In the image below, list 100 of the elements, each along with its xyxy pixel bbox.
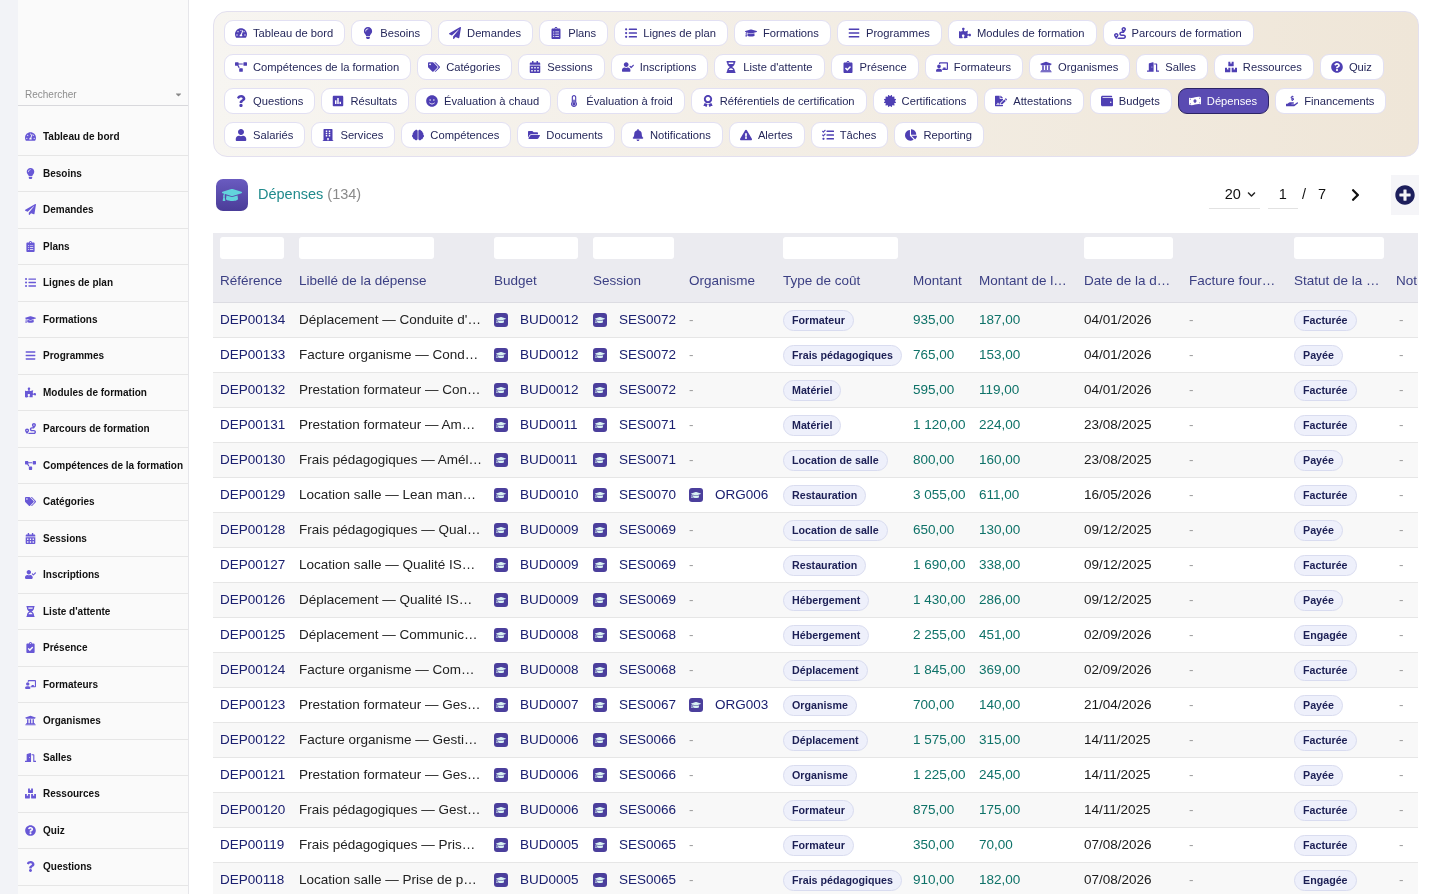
organisme-link[interactable]: ORG006 xyxy=(715,484,769,506)
nav-tab[interactable]: Sessions xyxy=(518,54,605,80)
session-link[interactable]: SES0071 xyxy=(619,414,677,436)
nav-tab[interactable]: Reporting xyxy=(894,122,984,148)
session-link[interactable]: SES0072 xyxy=(619,379,677,401)
budget-link[interactable]: BUD0012 xyxy=(520,379,579,401)
reference-link[interactable]: DEP00123 xyxy=(220,696,286,712)
nav-tab[interactable]: Modules de formation xyxy=(947,20,1097,46)
nav-tab[interactable]: Tableau de bord xyxy=(224,20,346,46)
sidebar-item[interactable]: Demandes xyxy=(18,192,188,229)
nav-tab[interactable]: Quiz xyxy=(1319,54,1384,80)
sidebar-item[interactable]: Formateurs xyxy=(18,666,188,703)
nav-tab[interactable]: Inscriptions xyxy=(610,54,709,80)
budget-link[interactable]: BUD0005 xyxy=(520,834,579,856)
reference-link[interactable]: DEP00118 xyxy=(220,871,285,887)
session-link[interactable]: SES0071 xyxy=(619,449,677,471)
nav-tab[interactable]: Compétences de la formation xyxy=(224,54,412,80)
nav-tab[interactable]: Alertes xyxy=(728,122,805,148)
session-link[interactable]: SES0072 xyxy=(619,309,677,331)
budget-link[interactable]: BUD0011 xyxy=(520,414,578,436)
session-link[interactable]: SES0069 xyxy=(619,554,677,576)
reference-link[interactable]: DEP00128 xyxy=(220,521,286,537)
nav-tab[interactable]: Évaluation à froid xyxy=(557,88,685,114)
budget-link[interactable]: BUD0009 xyxy=(520,554,579,576)
budget-link[interactable]: BUD0012 xyxy=(520,309,579,331)
budget-link[interactable]: BUD0008 xyxy=(520,659,579,681)
sidebar-item[interactable]: Tableau de bord xyxy=(18,119,188,156)
nav-tab[interactable]: Demandes xyxy=(438,20,534,46)
nav-tab[interactable]: Attestations xyxy=(984,88,1084,114)
sidebar-item[interactable]: Inscriptions xyxy=(18,557,188,594)
budget-link[interactable]: BUD0011 xyxy=(520,449,578,471)
budget-link[interactable]: BUD0006 xyxy=(520,799,579,821)
nav-tab[interactable]: Salariés xyxy=(224,122,306,148)
nav-tab[interactable]: Résultats xyxy=(321,88,409,114)
nav-tab[interactable]: Compétences xyxy=(401,122,512,148)
nav-tab[interactable]: Documents xyxy=(517,122,615,148)
sidebar-item[interactable]: Compétences de la formation xyxy=(18,447,188,484)
nav-tab[interactable]: Salles xyxy=(1136,54,1208,80)
nav-tab[interactable]: Financements xyxy=(1275,88,1387,114)
budget-link[interactable]: BUD0009 xyxy=(520,589,579,611)
budget-link[interactable]: BUD0007 xyxy=(520,694,579,716)
session-link[interactable]: SES0068 xyxy=(619,659,677,681)
nav-tab[interactable]: Évaluation à chaud xyxy=(415,88,552,114)
nav-tab[interactable]: Notifications xyxy=(620,122,723,148)
session-link[interactable]: SES0072 xyxy=(619,344,677,366)
reference-link[interactable]: DEP00122 xyxy=(220,731,286,747)
nav-tab[interactable]: Liste d'attente xyxy=(714,54,825,80)
page-size-select[interactable]: 20 xyxy=(1208,181,1260,209)
reference-link[interactable]: DEP00124 xyxy=(220,661,286,677)
session-link[interactable]: SES0068 xyxy=(619,624,677,646)
budget-link[interactable]: BUD0006 xyxy=(520,729,579,751)
reference-link[interactable]: DEP00129 xyxy=(220,486,286,502)
budget-link[interactable]: BUD0008 xyxy=(520,624,579,646)
page-input[interactable]: 1 xyxy=(1267,181,1298,209)
sidebar-item[interactable]: Parcours de formation xyxy=(18,411,188,448)
sidebar-item[interactable]: Modules de formation xyxy=(18,374,188,411)
nav-tab[interactable]: Budgets xyxy=(1089,88,1172,114)
nav-tab[interactable]: Besoins xyxy=(351,20,433,46)
session-link[interactable]: SES0067 xyxy=(619,694,677,716)
session-link[interactable]: SES0066 xyxy=(619,729,677,751)
nav-tab[interactable]: Référentiels de certification xyxy=(690,88,867,114)
session-link[interactable]: SES0069 xyxy=(619,589,677,611)
nav-tab[interactable]: Tâches xyxy=(810,122,889,148)
nav-tab[interactable]: Lignes de plan xyxy=(614,20,728,46)
sidebar-item[interactable]: Présence xyxy=(18,630,188,667)
reference-link[interactable]: DEP00127 xyxy=(220,556,286,572)
nav-tab[interactable]: Organismes xyxy=(1029,54,1131,80)
sidebar-item[interactable]: Lignes de plan xyxy=(18,265,188,302)
nav-tab[interactable]: Formations xyxy=(733,20,831,46)
nav-tab[interactable]: Services xyxy=(311,122,396,148)
reference-link[interactable]: DEP00125 xyxy=(220,626,286,642)
sidebar-item[interactable]: Sessions xyxy=(18,520,188,557)
organisme-link[interactable]: ORG003 xyxy=(715,694,769,716)
budget-link[interactable]: BUD0010 xyxy=(520,484,579,506)
budget-link[interactable]: BUD0009 xyxy=(520,519,579,541)
nav-tab[interactable]: Catégories xyxy=(417,54,513,80)
nav-tab[interactable]: Formateurs xyxy=(924,54,1024,80)
sidebar-item[interactable]: Formations xyxy=(18,301,188,338)
sidebar-item[interactable]: Programmes xyxy=(18,338,188,375)
session-link[interactable]: SES0065 xyxy=(619,834,677,856)
sidebar-item[interactable]: Catégories xyxy=(18,484,188,521)
nav-tab[interactable]: Ressources xyxy=(1213,54,1314,80)
sidebar-item[interactable]: Ressources xyxy=(18,776,188,813)
session-link[interactable]: SES0066 xyxy=(619,764,677,786)
reference-link[interactable]: DEP00133 xyxy=(220,346,286,362)
nav-tab[interactable]: Questions xyxy=(224,88,316,114)
budget-link[interactable]: BUD0006 xyxy=(520,764,579,786)
nav-tab[interactable]: Parcours de formation xyxy=(1102,20,1254,46)
nav-tab[interactable]: Dépenses xyxy=(1177,88,1270,114)
budget-link[interactable]: BUD0012 xyxy=(520,344,579,366)
reference-link[interactable]: DEP00120 xyxy=(220,801,286,817)
session-link[interactable]: SES0069 xyxy=(619,519,677,541)
sidebar-item[interactable]: Salles xyxy=(18,739,188,776)
nav-tab[interactable]: Programmes xyxy=(836,20,942,46)
session-link[interactable]: SES0066 xyxy=(619,799,677,821)
reference-link[interactable]: DEP00134 xyxy=(220,311,286,327)
sidebar-item[interactable]: Quiz xyxy=(18,812,188,849)
session-link[interactable]: SES0065 xyxy=(619,869,677,891)
nav-tab[interactable]: Certifications xyxy=(872,88,979,114)
reference-link[interactable]: DEP00132 xyxy=(220,381,286,397)
